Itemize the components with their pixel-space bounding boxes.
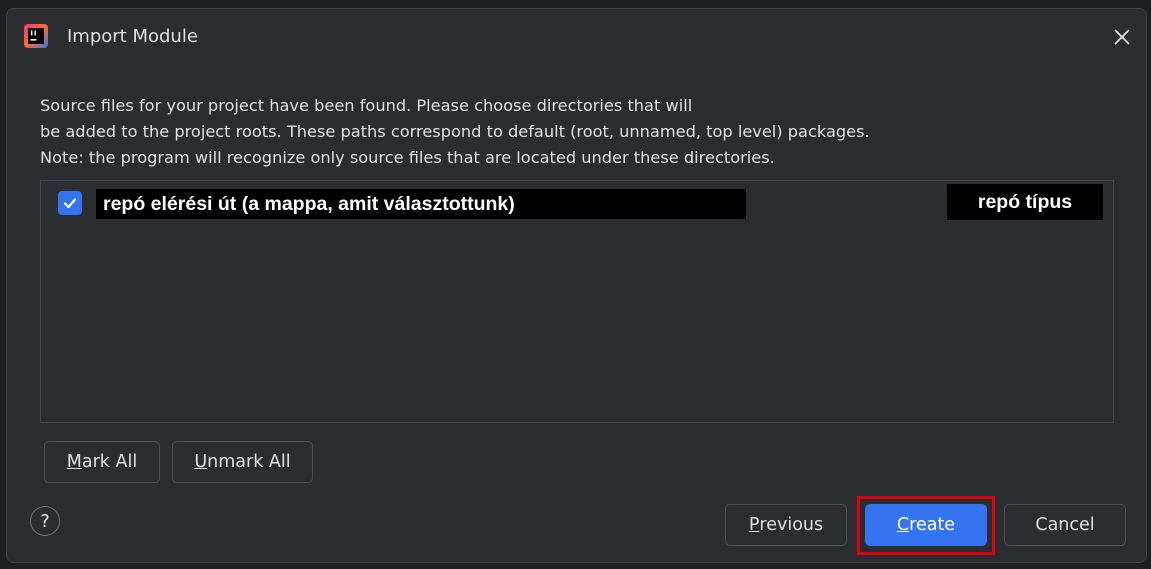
unmark-all-label: nmark All bbox=[207, 452, 291, 472]
intellij-idea-icon bbox=[24, 24, 48, 48]
root-path-label: repó elérési út (a mappa, amit választot… bbox=[96, 189, 746, 219]
description-line-3: Note: the program will recognize only so… bbox=[40, 148, 775, 167]
previous-label: revious bbox=[759, 515, 824, 535]
source-roots-list[interactable]: repó elérési út (a mappa, amit választot… bbox=[40, 180, 1114, 423]
previous-button[interactable]: Previous bbox=[725, 504, 847, 546]
root-type-label: repó típus bbox=[947, 184, 1103, 220]
import-module-dialog: Import Module Source files for your proj… bbox=[6, 8, 1147, 563]
description-text: Source files for your project have been … bbox=[40, 93, 870, 171]
description-line-1: Source files for your project have been … bbox=[40, 96, 693, 115]
create-label: reate bbox=[909, 515, 956, 535]
description-line-2: be added to the project roots. These pat… bbox=[40, 122, 870, 141]
unmark-all-mnemonic: U bbox=[194, 452, 208, 472]
cancel-button[interactable]: Cancel bbox=[1004, 504, 1126, 546]
unmark-all-button[interactable]: Unmark All bbox=[172, 441, 313, 483]
help-icon[interactable]: ? bbox=[30, 506, 60, 536]
dialog-title: Import Module bbox=[67, 26, 198, 47]
mark-all-mnemonic: M bbox=[66, 452, 82, 472]
close-icon[interactable] bbox=[1111, 26, 1133, 48]
create-mnemonic: C bbox=[896, 515, 910, 535]
checkmark-icon bbox=[63, 198, 77, 209]
root-checkbox[interactable] bbox=[58, 191, 82, 215]
mark-all-button[interactable]: Mark All bbox=[44, 441, 160, 483]
create-button[interactable]: Create bbox=[865, 504, 987, 546]
previous-mnemonic: P bbox=[748, 515, 760, 535]
mark-all-label: ark All bbox=[81, 452, 138, 472]
